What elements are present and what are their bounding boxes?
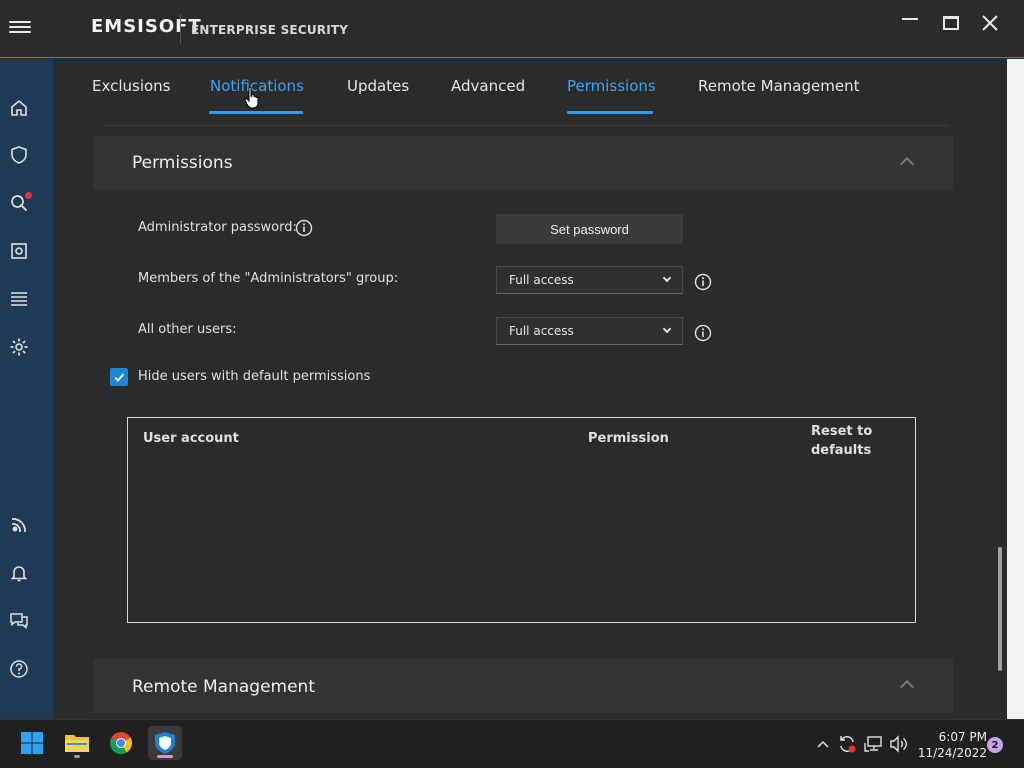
brand-divider (180, 14, 181, 44)
chrome-icon (110, 732, 132, 754)
tab-advanced[interactable]: Advanced (451, 77, 525, 95)
sidebar-item-connection[interactable] (8, 514, 30, 536)
sidebar-item-notifications[interactable] (8, 562, 30, 584)
tab-notifications-underline (209, 111, 303, 114)
shield-icon (11, 146, 27, 164)
remote-management-section-header[interactable]: Remote Management (93, 659, 953, 713)
hamburger-menu-icon[interactable] (9, 18, 31, 36)
brand-logo: EMSISOFT (91, 16, 202, 37)
window-edge (1007, 59, 1024, 719)
sidebar-item-home[interactable] (8, 97, 30, 119)
minimize-button[interactable] (895, 8, 925, 38)
brand-subtitle: ENTERPRISE SECURITY (191, 23, 349, 37)
sidebar-item-logs[interactable] (8, 288, 30, 310)
checkmark-icon (114, 373, 125, 382)
column-header-permission[interactable]: Permission (588, 431, 669, 446)
speaker-icon (890, 735, 907, 753)
sidebar-item-protection[interactable] (8, 144, 30, 166)
title-bar: EMSISOFT ENTERPRISE SECURITY (0, 0, 1024, 58)
tray-overflow-button[interactable] (813, 734, 833, 754)
emsisoft-window: EMSISOFT ENTERPRISE SECURITY Exclusions … (0, 0, 1024, 768)
admin-group-value: Full access (509, 273, 574, 287)
other-users-select[interactable]: Full access (496, 317, 683, 345)
user-permissions-table: User account Permission Reset to default… (127, 417, 916, 623)
divider (103, 125, 949, 126)
admin-group-label: Members of the "Administrators" group: (138, 271, 399, 286)
tab-updates[interactable]: Updates (347, 77, 409, 95)
info-icon[interactable] (694, 324, 712, 342)
hand-cursor-icon (244, 86, 259, 109)
chevron-down-icon (662, 324, 672, 334)
clock-time: 6:07 PM (938, 730, 987, 744)
help-icon (10, 660, 28, 678)
hide-default-checkbox[interactable] (110, 368, 128, 386)
tray-update-icon-button[interactable] (837, 734, 857, 754)
set-password-button[interactable]: Set password (496, 214, 683, 244)
tab-permissions-underline (567, 111, 653, 114)
scrollbar-thumb[interactable] (998, 547, 1002, 671)
column-header-reset[interactable]: Reset to defaults (811, 422, 877, 460)
close-icon (982, 15, 998, 31)
other-users-label: All other users: (138, 322, 237, 337)
sidebar (0, 59, 53, 719)
info-icon[interactable] (295, 219, 313, 237)
admin-password-label: Administrator password: (138, 220, 297, 235)
chevron-down-icon (662, 273, 672, 283)
settings-tabs: Exclusions Notifications Updates Advance… (53, 59, 1024, 117)
permissions-section-header[interactable]: Permissions (93, 136, 953, 190)
windows-start-icon (21, 732, 43, 754)
emsisoft-icon (155, 732, 175, 754)
admin-group-select[interactable]: Full access (496, 266, 683, 294)
clock-date: 11/24/2022 (917, 746, 987, 760)
remote-management-section-title: Remote Management (132, 677, 315, 697)
taskbar-file-explorer[interactable] (60, 726, 94, 760)
info-icon[interactable] (694, 273, 712, 291)
sidebar-item-quarantine[interactable] (8, 240, 30, 262)
hide-default-label: Hide users with default permissions (138, 369, 371, 384)
chevron-up-icon (817, 740, 829, 748)
tab-exclusions[interactable]: Exclusions (92, 77, 171, 95)
column-header-user-account[interactable]: User account (143, 431, 239, 446)
minimize-icon (902, 18, 918, 20)
tab-remote-management[interactable]: Remote Management (698, 77, 859, 95)
taskbar-clock[interactable]: 6:07 PM 11/24/2022 (915, 729, 987, 761)
network-icon (864, 736, 882, 752)
home-icon (11, 99, 27, 116)
scan-alert-dot (25, 192, 32, 199)
active-indicator (157, 755, 173, 758)
tray-network-button[interactable] (864, 734, 884, 754)
notification-count-badge[interactable]: 2 (987, 737, 1003, 753)
taskbar-chrome[interactable] (104, 726, 138, 760)
settings-content: Permissions Administrator password: Set … (53, 117, 993, 719)
sidebar-item-help[interactable] (8, 658, 30, 680)
sidebar-item-settings[interactable] (8, 336, 30, 358)
logs-icon (11, 292, 27, 306)
maximize-button[interactable] (936, 8, 966, 38)
close-button[interactable] (975, 8, 1005, 38)
tray-volume-button[interactable] (889, 734, 909, 754)
connection-icon (11, 518, 26, 533)
settings-icon (10, 338, 28, 356)
file-explorer-icon (65, 735, 89, 752)
bell-icon (10, 566, 28, 582)
other-users-value: Full access (509, 324, 574, 338)
taskbar-emsisoft[interactable] (148, 726, 182, 760)
start-button[interactable] (15, 726, 49, 760)
running-indicator (74, 755, 80, 758)
tab-permissions[interactable]: Permissions (567, 77, 656, 95)
collapse-chevron-icon (899, 679, 915, 695)
permissions-section-title: Permissions (132, 153, 233, 173)
chat-icon (10, 613, 28, 630)
collapse-chevron-icon (899, 156, 915, 172)
taskbar: 6:07 PM 11/24/2022 2 (0, 719, 1024, 768)
sync-alert-icon (840, 736, 856, 753)
maximize-icon (943, 16, 959, 30)
quarantine-icon (11, 243, 27, 259)
sidebar-item-chat[interactable] (8, 610, 30, 632)
